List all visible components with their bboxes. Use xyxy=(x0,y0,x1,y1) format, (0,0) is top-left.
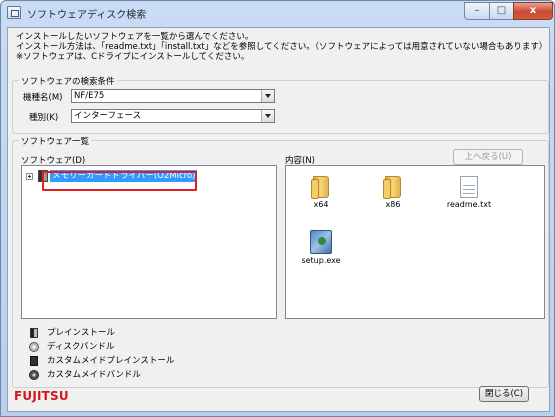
type-select[interactable]: インターフェース xyxy=(71,109,275,123)
dialog-body: インストールしたいソフトウェアを一覧から選んでください。 インストール方法は、「… xyxy=(7,27,550,412)
legend-item: カスタムメイドバンドル xyxy=(29,369,229,381)
type-value: インターフェース xyxy=(74,111,142,121)
software-tree[interactable]: メモリーカードドライバー(O2Micro) xyxy=(21,165,277,319)
legend-item: カスタムメイドプレインストール xyxy=(29,355,229,367)
software-list-label: ソフトウェア一覧 xyxy=(19,135,92,147)
window-title: ソフトウェアディスク検索 xyxy=(27,10,147,21)
instruction-line-1: インストールしたいソフトウェアを一覧から選んでください。 xyxy=(16,32,254,42)
custom-preinstall-icon xyxy=(30,356,38,366)
maximize-button[interactable]: □ xyxy=(489,2,514,20)
chevron-down-icon[interactable] xyxy=(261,110,274,122)
folder-icon xyxy=(311,176,329,199)
file-name: x86 xyxy=(385,200,401,209)
title-bar[interactable]: ソフトウェアディスク検索 – □ x xyxy=(1,1,554,25)
preinstall-icon xyxy=(30,328,38,338)
model-name-label: 機種名(M) xyxy=(23,93,63,103)
close-button[interactable]: 閉じる(C) xyxy=(479,386,529,402)
go-up-button[interactable]: 上へ戻る(U) xyxy=(453,149,523,165)
instructions: インストールしたいソフトウェアを一覧から選んでください。 インストール方法は、「… xyxy=(16,32,547,62)
file-item-x86[interactable]: x86 xyxy=(368,176,418,209)
main-window: ソフトウェアディスク検索 – □ x インストールしたいソフトウェアを一覧から選… xyxy=(0,0,555,417)
file-item-x64[interactable]: x64 xyxy=(296,176,346,209)
type-label: 種別(K) xyxy=(29,113,59,123)
expand-icon[interactable] xyxy=(26,173,33,180)
folder-icon xyxy=(383,176,401,199)
custom-bundle-icon xyxy=(29,370,39,380)
software-list-group: ソフトウェア一覧 ソフトウェア(D) 内容(N) 上へ戻る(U) メモリーカード… xyxy=(12,135,549,388)
instruction-line-2: インストール方法は、「readme.txt」「install.txt」などを参照… xyxy=(16,42,548,52)
fujitsu-logo: FUJITSU xyxy=(14,389,69,403)
minimize-button[interactable]: – xyxy=(464,2,490,20)
file-name: x64 xyxy=(313,200,329,209)
highlight-box xyxy=(42,171,197,191)
legend-item: プレインストール xyxy=(29,327,229,339)
search-conditions-label: ソフトウェアの検索条件 xyxy=(19,75,117,87)
search-conditions-group: ソフトウェアの検索条件 機種名(M) NF/E75 種別(K) インターフェース xyxy=(12,75,549,134)
file-name: setup.exe xyxy=(301,256,341,265)
model-name-select[interactable]: NF/E75 xyxy=(71,89,275,103)
chevron-down-icon[interactable] xyxy=(261,90,274,102)
instruction-line-3: ※ソフトウェアは、Cドライブにインストールしてください。 xyxy=(16,52,250,62)
file-item-setup[interactable]: setup.exe xyxy=(296,230,346,265)
legend-item: ディスクバンドル xyxy=(29,341,229,353)
close-window-button[interactable]: x xyxy=(513,2,553,20)
text-document-icon xyxy=(460,176,478,198)
file-name: readme.txt xyxy=(446,200,492,209)
disc-bundle-icon xyxy=(29,342,39,352)
installer-icon xyxy=(310,230,332,254)
content-list[interactable]: x64 x86 readme.txt setup.exe xyxy=(285,165,545,319)
app-window-icon xyxy=(7,6,21,19)
model-name-value: NF/E75 xyxy=(74,91,105,101)
file-item-readme[interactable]: readme.txt xyxy=(444,176,494,209)
